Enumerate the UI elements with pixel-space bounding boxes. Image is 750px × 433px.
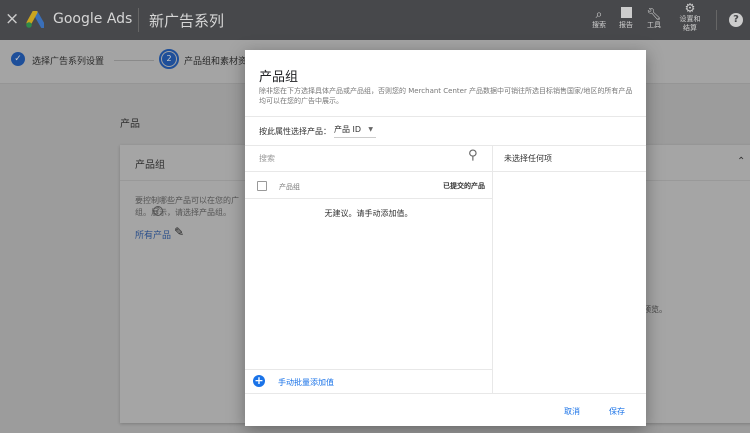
- search-input[interactable]: 搜索: [259, 153, 275, 164]
- empty-message: 无建议。请手动添加值。: [324, 209, 413, 218]
- card-title: 产品组: [135, 160, 165, 171]
- select-all-checkbox[interactable]: [257, 181, 267, 191]
- close-icon[interactable]: ×: [5, 9, 19, 29]
- card-description: 要控制哪些产品可以在您的广告中展示，请选择产品组。: [135, 196, 239, 217]
- section-title: 产品: [120, 119, 140, 130]
- add-icon[interactable]: +: [253, 375, 265, 387]
- step-1-label[interactable]: 选择广告系列设置: [32, 54, 104, 67]
- settings-billing-button[interactable]: ⚙ 设置和 结算: [676, 2, 704, 33]
- attribute-label: 按此属性选择产品：: [259, 127, 331, 136]
- search-icon: ⌕: [595, 7, 603, 21]
- step-2-indicator: 2: [159, 49, 179, 69]
- google-ads-logo-icon: [26, 11, 44, 28]
- edit-icon[interactable]: ✎: [174, 225, 184, 239]
- top-bar: × Google Ads 新广告系列 ⌕ 搜索 报告 🔧︎ 工具 ⚙ 设置和 结算 ?: [0, 0, 750, 40]
- column-product-group: 产品组: [279, 183, 300, 191]
- help-circle-icon[interactable]: ?: [153, 206, 163, 216]
- search-icon[interactable]: ⚲: [468, 148, 478, 163]
- all-products-link[interactable]: 所有产品: [135, 228, 171, 241]
- selected-empty-label: 未选择任何项: [504, 154, 552, 163]
- page-title: 新广告系列: [149, 12, 225, 30]
- settings-icon: ⚙: [684, 1, 696, 15]
- dialog-description: 除非您在下方选择具体产品或产品组，否则您的 Merchant Center 产品…: [259, 87, 633, 105]
- card-description-2: 组。: [135, 207, 151, 218]
- column-submitted: 已提交的产品: [443, 182, 485, 190]
- product-group-dialog: 产品组 除非您在下方选择具体产品或产品组，否则您的 Merchant Cente…: [245, 50, 646, 426]
- collapse-icon[interactable]: ⌃: [737, 156, 745, 167]
- search-button[interactable]: ⌕ 搜索: [588, 7, 610, 30]
- cancel-button[interactable]: 取消: [564, 406, 580, 417]
- brand-name: Google Ads: [53, 11, 133, 27]
- check-icon: ✓: [11, 52, 25, 66]
- bulk-add-link[interactable]: 手动批量添加值: [278, 377, 334, 388]
- save-button[interactable]: 保存: [609, 406, 625, 417]
- dropdown-arrow-icon: ▼: [368, 126, 373, 133]
- attribute-select[interactable]: 产品 ID ▼: [334, 123, 376, 138]
- help-icon[interactable]: ?: [729, 13, 743, 27]
- reports-icon: [620, 7, 632, 18]
- dialog-title: 产品组: [259, 70, 299, 85]
- reports-button[interactable]: 报告: [615, 7, 637, 30]
- tools-icon: 🔧︎: [646, 7, 662, 21]
- tools-button[interactable]: 🔧︎ 工具: [643, 7, 665, 30]
- preview-text: 预览。: [643, 305, 667, 314]
